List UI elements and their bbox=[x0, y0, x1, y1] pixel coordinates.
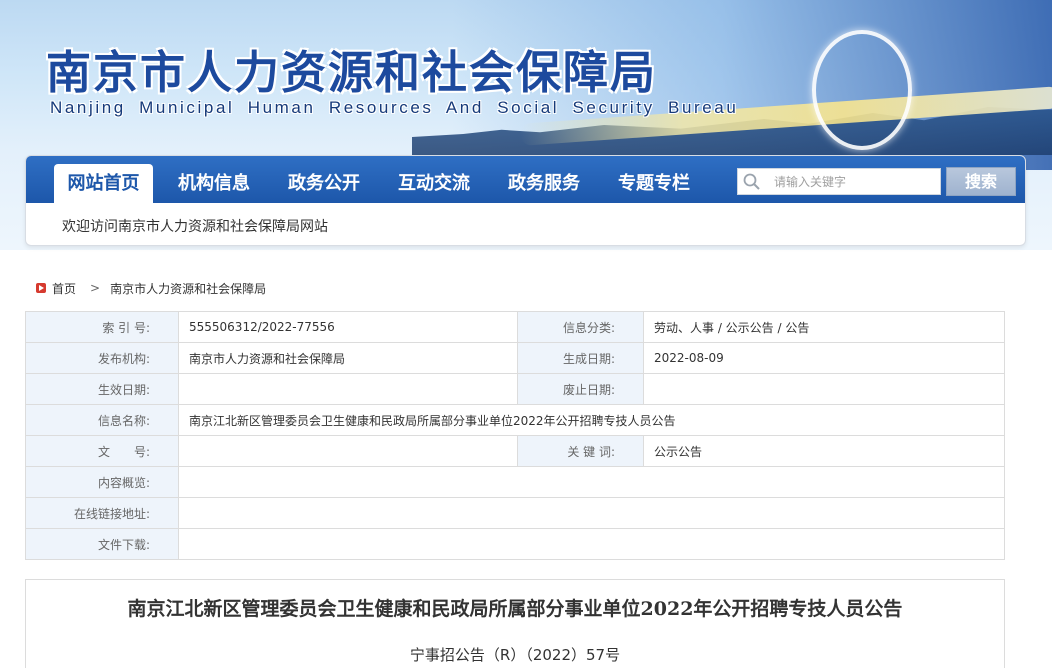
publisher-value: 南京市人力资源和社会保障局 bbox=[178, 342, 518, 374]
file-download-value bbox=[178, 528, 1005, 560]
search-box bbox=[737, 168, 941, 195]
article-doc-number: 宁事招公告（R）（2022）57号 bbox=[409, 646, 621, 664]
home-icon bbox=[36, 283, 46, 293]
table-row: 索 引 号: 555506312/2022-77556 信息分类: 劳动、人事 … bbox=[25, 311, 1005, 343]
effective-date-value bbox=[178, 373, 518, 405]
summary-label: 内容概览: bbox=[25, 466, 179, 498]
nav-item-government-affairs[interactable]: 政务公开 bbox=[276, 164, 372, 203]
article-title: 南京江北新区管理委员会卫生健康和民政局所属部分事业单位2022年公开招聘专技人员… bbox=[127, 598, 903, 620]
document-info-table: 索 引 号: 555506312/2022-77556 信息分类: 劳动、人事 … bbox=[25, 311, 1005, 560]
breadcrumb: 首页 > 南京市人力资源和社会保障局 bbox=[36, 280, 266, 296]
welcome-text: 欢迎访问南京市人力资源和社会保障局网站 bbox=[62, 219, 328, 235]
site-title: 南京市人力资源和社会保障局 bbox=[46, 46, 658, 99]
table-row: 文件下载: bbox=[25, 528, 1005, 560]
created-date-label: 生成日期: bbox=[517, 342, 644, 374]
site-title-english: Nanjing Municipal Human Resources And So… bbox=[50, 98, 739, 117]
search-input[interactable] bbox=[774, 171, 934, 193]
nav-panel: 网站首页 机构信息 政务公开 互动交流 政务服务 专题专栏 搜索 欢迎访问南京市… bbox=[25, 155, 1026, 246]
table-row: 生效日期: 废止日期: bbox=[25, 373, 1005, 405]
doc-number-value bbox=[178, 435, 518, 467]
file-download-label: 文件下载: bbox=[25, 528, 179, 560]
table-row: 文 号: 关 键 词: 公示公告 bbox=[25, 435, 1005, 467]
nav-item-special-topics[interactable]: 专题专栏 bbox=[606, 164, 702, 203]
table-row: 发布机构: 南京市人力资源和社会保障局 生成日期: 2022-08-09 bbox=[25, 342, 1005, 374]
doc-number-label: 文 号: bbox=[25, 435, 179, 467]
abolished-date-value bbox=[643, 373, 1005, 405]
abolished-date-label: 废止日期: bbox=[517, 373, 644, 405]
publisher-label: 发布机构: bbox=[25, 342, 179, 374]
online-link-value bbox=[178, 497, 1005, 529]
main-nav: 网站首页 机构信息 政务公开 互动交流 政务服务 专题专栏 搜索 bbox=[26, 156, 1025, 203]
breadcrumb-separator: > bbox=[90, 281, 101, 295]
category-label: 信息分类: bbox=[517, 311, 644, 343]
index-value: 555506312/2022-77556 bbox=[178, 311, 518, 343]
summary-value bbox=[178, 466, 1005, 498]
nav-item-interaction[interactable]: 互动交流 bbox=[386, 164, 482, 203]
effective-date-label: 生效日期: bbox=[25, 373, 179, 405]
breadcrumb-home-link[interactable]: 首页 bbox=[52, 280, 76, 297]
index-label: 索 引 号: bbox=[25, 311, 179, 343]
created-date-value: 2022-08-09 bbox=[643, 342, 1005, 374]
table-row: 内容概览: bbox=[25, 466, 1005, 498]
nav-item-organization[interactable]: 机构信息 bbox=[166, 164, 262, 203]
table-row: 在线链接地址: bbox=[25, 497, 1005, 529]
banner-bridge-ring bbox=[812, 30, 912, 150]
info-name-label: 信息名称: bbox=[25, 404, 179, 436]
info-name-value: 南京江北新区管理委员会卫生健康和民政局所属部分事业单位2022年公开招聘专技人员… bbox=[178, 404, 1005, 436]
keywords-value: 公示公告 bbox=[643, 435, 1005, 467]
nav-item-home[interactable]: 网站首页 bbox=[54, 164, 153, 203]
search-button[interactable]: 搜索 bbox=[946, 167, 1016, 196]
keywords-label: 关 键 词: bbox=[517, 435, 644, 467]
article-box: 南京江北新区管理委员会卫生健康和民政局所属部分事业单位2022年公开招聘专技人员… bbox=[25, 579, 1005, 668]
table-row: 信息名称: 南京江北新区管理委员会卫生健康和民政局所属部分事业单位2022年公开… bbox=[25, 404, 1005, 436]
online-link-label: 在线链接地址: bbox=[25, 497, 179, 529]
category-value: 劳动、人事 / 公示公告 / 公告 bbox=[643, 311, 1005, 343]
breadcrumb-current-link[interactable]: 南京市人力资源和社会保障局 bbox=[110, 280, 266, 297]
search-icon bbox=[743, 173, 760, 190]
nav-item-services[interactable]: 政务服务 bbox=[496, 164, 592, 203]
